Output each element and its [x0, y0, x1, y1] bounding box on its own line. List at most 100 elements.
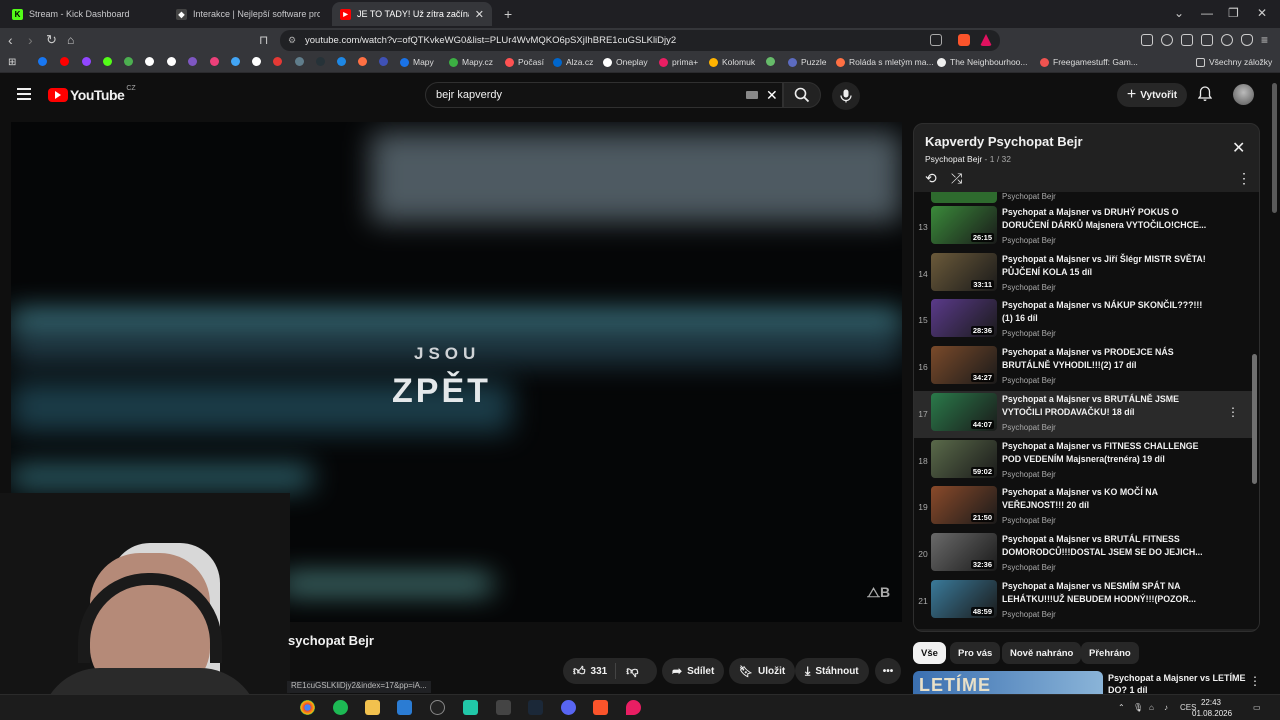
page-scrollbar-thumb[interactable]: [1272, 83, 1277, 213]
chrome-icon[interactable]: [300, 700, 315, 715]
shuffle-icon[interactable]: ⤮: [951, 170, 962, 187]
wallet-icon[interactable]: [1201, 34, 1213, 46]
sidebar-icon[interactable]: [1181, 34, 1193, 46]
back-icon[interactable]: ‹: [8, 32, 13, 48]
hamburger-menu-icon[interactable]: [17, 88, 31, 100]
media-icon[interactable]: [1161, 34, 1173, 46]
bookmark-neighbourhood[interactable]: The Neighbourhoo...: [937, 57, 1028, 67]
new-tab-button[interactable]: +: [496, 2, 516, 26]
bookmark-rolada[interactable]: Roláda s mletým ma...: [836, 57, 934, 67]
app-icon[interactable]: [463, 700, 478, 715]
news-icon[interactable]: [273, 57, 282, 66]
next-video-thumbnail[interactable]: LETÍME: [913, 671, 1103, 694]
file-explorer-icon[interactable]: [365, 700, 380, 715]
site-info-icon[interactable]: ⚙: [288, 30, 296, 51]
video-thumbnail[interactable]: 59:02: [931, 439, 997, 478]
next-video-title[interactable]: Psychopat a Majsner vs LETÍME DO? 1 díl: [1108, 672, 1248, 696]
chrome-store-icon[interactable]: [766, 57, 775, 66]
list-item[interactable]: Psychopat Bejr: [914, 192, 1252, 203]
tool-icon[interactable]: [295, 57, 304, 66]
list-item[interactable]: 13 26:15 Psychopat a Majsner vs DRUHÝ POKU…: [914, 204, 1252, 251]
video-thumbnail[interactable]: 28:36: [931, 299, 997, 338]
browser-tab-youtube[interactable]: ▶ JE TO TADY! Už zítra začíná show ✕: [332, 2, 492, 26]
discord-icon[interactable]: [561, 700, 576, 715]
bookmark-oneplay[interactable]: Oneplay: [603, 57, 648, 67]
playlist-title[interactable]: Kapverdy Psychopat Bejr: [925, 134, 1083, 149]
star-icon[interactable]: [358, 57, 367, 66]
home-icon[interactable]: ⌂: [67, 32, 74, 48]
video-thumbnail[interactable]: 26:15: [931, 206, 997, 244]
volume-icon[interactable]: ♪: [1164, 703, 1168, 712]
minimize-icon[interactable]: —: [1201, 6, 1213, 20]
save-button[interactable]: 🔖︎ Uložit: [729, 658, 796, 684]
bookmark-kolomuk[interactable]: Kolomuk: [709, 57, 755, 67]
playlist-channel[interactable]: Psychopat Bejr: [925, 154, 982, 164]
list-item[interactable]: 18 59:02 Psychopat a Majsner vs FITNESS CH…: [914, 438, 1252, 485]
kick-bookmark-icon[interactable]: [103, 57, 112, 66]
leo-icon[interactable]: [1221, 34, 1233, 46]
grid-icon[interactable]: [379, 57, 388, 66]
youtube-logo[interactable]: YouTube CZ: [48, 85, 136, 103]
chip-recently-uploaded[interactable]: Nově nahráno: [1002, 642, 1082, 664]
playlist-scrollbar[interactable]: [1252, 199, 1257, 625]
url-bar[interactable]: ⚙ youtube.com/watch?v=ofQTKvkeWG0&list=P…: [280, 30, 1000, 51]
next-video-menu-icon[interactable]: ⋮: [1249, 674, 1261, 688]
browser-tab-kick[interactable]: K Stream - Kick Dashboard: [4, 2, 164, 26]
bookmark-freegamestuff[interactable]: Freegamestuff: Gam...: [1040, 57, 1138, 67]
spotify-icon[interactable]: [333, 700, 348, 715]
diamond-icon[interactable]: [167, 57, 176, 66]
download-button[interactable]: ⤓ Stáhnout: [795, 658, 869, 684]
list-item[interactable]: 17 44:07 Psychopat a Majsner vs BRUTÁLNĚ J…: [914, 390, 1252, 438]
all-bookmarks[interactable]: Všechny záložky: [1196, 57, 1272, 67]
search-input[interactable]: bejr kapverdy ✕: [425, 82, 783, 108]
bookmark-alza[interactable]: Alza.cz: [553, 57, 593, 67]
playlist-menu-icon[interactable]: ⋮: [1237, 170, 1251, 187]
more-actions-button[interactable]: •••: [875, 658, 901, 684]
video-thumbnail[interactable]: 33:11: [931, 252, 997, 291]
list-item[interactable]: 19 21:50 Psychopat a Majsner vs KO MOČÍ NA…: [914, 484, 1252, 531]
bookmark-puzzle[interactable]: Puzzle: [788, 57, 827, 67]
network-icon[interactable]: ⌂: [1149, 703, 1154, 712]
create-button[interactable]: + Vytvořit: [1117, 83, 1187, 107]
twitch-icon[interactable]: [82, 57, 91, 66]
forward-icon[interactable]: ›: [28, 32, 33, 48]
bookmark-icon[interactable]: ⊓: [259, 32, 268, 48]
obs-icon[interactable]: [496, 700, 511, 715]
pen-icon[interactable]: [231, 57, 240, 66]
brave-shield-icon[interactable]: [958, 34, 970, 46]
browser-tab-interakce[interactable]: ◆ Interakce | Nejlepší software pro vyle: [168, 2, 328, 26]
chart-icon[interactable]: [124, 57, 133, 66]
google-icon[interactable]: [252, 57, 261, 66]
reload-icon[interactable]: ↻: [46, 32, 57, 48]
dislike-button[interactable]: 👎︎: [616, 664, 648, 679]
like-button[interactable]: 👍︎ 331: [563, 663, 617, 679]
list-item[interactable]: 14 33:11 Psychopat a Majsner vs Jiří Šlégr…: [914, 251, 1252, 298]
window-close-icon[interactable]: ✕: [1257, 6, 1267, 20]
vpn-icon[interactable]: [1241, 34, 1253, 46]
list-item[interactable]: 21 48:59 Psychopat a Majsner vs NESMÍM SPÁ…: [914, 578, 1252, 625]
bookmark-pocasi[interactable]: Počasí: [505, 57, 544, 67]
avatar[interactable]: [1233, 84, 1254, 105]
list-item[interactable]: 16 34:27 Psychopat a Majsner vs PRODEJCE N…: [914, 344, 1252, 391]
item-menu-icon[interactable]: ⋮: [1227, 405, 1239, 419]
search-button[interactable]: [783, 82, 821, 108]
page-scrollbar[interactable]: [1270, 73, 1280, 694]
microphone-tray-icon[interactable]: 🎙︎: [1133, 703, 1143, 712]
extensions-icon[interactable]: [1141, 34, 1153, 46]
voice-search-button[interactable]: [832, 82, 860, 110]
bookmark-prima[interactable]: prima+: [659, 57, 698, 67]
anchor-icon[interactable]: [145, 57, 154, 66]
clear-search-icon[interactable]: ✕: [766, 83, 778, 107]
share-button[interactable]: ➦ Sdílet: [662, 658, 725, 684]
chip-for-you[interactable]: Pro vás: [950, 642, 1001, 664]
tray-chevron-icon[interactable]: ⌃: [1118, 703, 1125, 712]
youtube-bookmark-icon[interactable]: [60, 57, 69, 66]
list-item[interactable]: 15 28:36 Psychopat a Majsner vs NÁKUP SKON…: [914, 297, 1252, 344]
pin-icon[interactable]: [626, 700, 641, 715]
taskbar-clock[interactable]: 22:43 01.08.2026: [1192, 697, 1232, 719]
menu-icon[interactable]: ≡: [1261, 32, 1268, 48]
h-icon[interactable]: [337, 57, 346, 66]
video-thumbnail[interactable]: 34:27: [931, 346, 997, 385]
list-item[interactable]: 20 32:36 Psychopat a Majsner vs BRUTÁL FIT…: [914, 531, 1252, 578]
circle-icon[interactable]: [188, 57, 197, 66]
